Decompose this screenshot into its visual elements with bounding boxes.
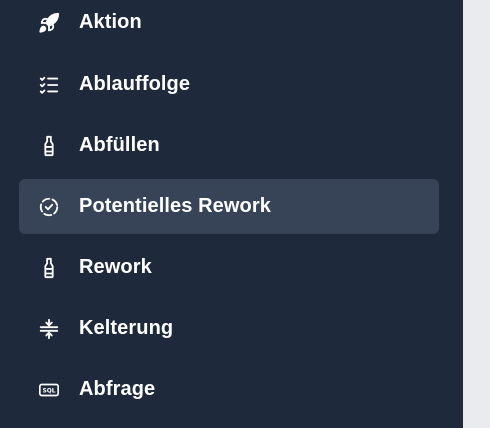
sql-icon: SQL	[37, 378, 61, 402]
content-area-edge	[463, 0, 490, 428]
rocket-icon	[37, 11, 61, 35]
sidebar-item-label: Abfrage	[79, 378, 156, 400]
list-check-icon	[37, 73, 61, 97]
circle-check-dashed-icon	[37, 195, 61, 219]
svg-text:SQL: SQL	[42, 387, 55, 394]
sidebar-item-label: Aktion	[79, 11, 142, 33]
sidebar-item-abfuellen[interactable]: Abfüllen	[19, 118, 439, 173]
sidebar-item-label: Potentielles Rework	[79, 195, 271, 217]
sidebar-item-aktion[interactable]: Aktion	[19, 0, 439, 50]
bottle-icon	[37, 256, 61, 280]
sidebar: Aktion Ablauffolge Abfüllen Potentielles…	[0, 0, 463, 428]
sidebar-item-potentielles-rework[interactable]: Potentielles Rework	[19, 179, 439, 234]
sidebar-item-kelterung[interactable]: Kelterung	[19, 301, 439, 356]
sidebar-item-ablauffolge[interactable]: Ablauffolge	[19, 57, 439, 112]
bottle-icon	[37, 134, 61, 158]
sidebar-item-label: Ablauffolge	[79, 73, 191, 95]
sidebar-item-abfrage[interactable]: SQL Abfrage	[19, 362, 439, 417]
sidebar-item-label: Rework	[79, 256, 152, 278]
sidebar-item-label: Kelterung	[79, 317, 174, 339]
sidebar-item-label: Abfüllen	[79, 134, 160, 156]
sidebar-item-rework[interactable]: Rework	[19, 240, 439, 295]
press-icon	[37, 317, 61, 341]
